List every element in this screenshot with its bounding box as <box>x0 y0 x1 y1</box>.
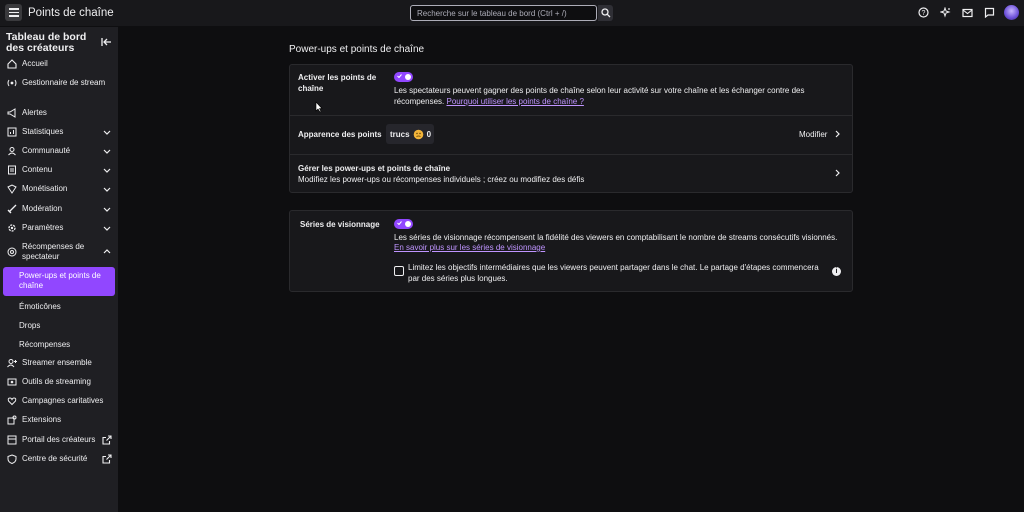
sidebar-subitem-emoticones[interactable]: Émoticônes <box>3 302 115 311</box>
sidebar-item-streamer-ensemble[interactable]: Streamer ensemble <box>3 358 115 368</box>
collapse-sidebar-icon[interactable] <box>100 36 112 48</box>
sidebar-subitem-power-ups[interactable]: Power-ups et points de chaîne <box>3 267 115 296</box>
home-icon <box>7 59 17 69</box>
why-points-link[interactable]: Pourquoi utiliser les points de chaîne ? <box>446 97 583 106</box>
chevron-down-icon <box>103 149 111 154</box>
manage-power-ups-description: Modifiez les power-ups ou récompenses in… <box>298 175 585 184</box>
check-icon <box>397 74 402 78</box>
rewards-icon <box>7 247 17 257</box>
money-icon <box>7 184 17 194</box>
chevron-down-icon <box>103 207 111 212</box>
divider <box>290 154 852 155</box>
manage-power-ups-title[interactable]: Gérer les power-ups et points de chaîne <box>298 163 450 174</box>
chevron-up-icon <box>103 249 111 254</box>
content-icon <box>7 165 17 175</box>
gear-icon <box>7 223 17 233</box>
watch-streak-toggle[interactable] <box>394 219 413 229</box>
sidebar-item-portail-createurs[interactable]: Portail des créateurs <box>3 435 115 445</box>
search-input[interactable]: Recherche sur le tableau de bord (Ctrl +… <box>410 5 597 21</box>
points-preview: trucs 0 <box>386 124 434 144</box>
sidebar-item-accueil[interactable]: Accueil <box>3 59 115 69</box>
megaphone-icon <box>7 108 17 118</box>
extensions-icon <box>7 415 17 425</box>
sidebar-item-statistiques[interactable]: Statistiques <box>3 127 115 137</box>
sidebar-item-contenu[interactable]: Contenu <box>3 165 115 175</box>
chevron-right-icon[interactable] <box>833 129 842 139</box>
sidebar: Tableau de bord des créateurs Accueil Ge… <box>0 27 118 512</box>
sidebar-item-centre-securite[interactable]: Centre de sécurité <box>3 454 115 464</box>
info-icon[interactable]: i <box>832 267 841 276</box>
enable-points-toggle[interactable] <box>394 72 413 82</box>
sidebar-item-communaute[interactable]: Communauté <box>3 146 115 156</box>
learn-more-streaks-link[interactable]: En savoir plus sur les séries de visionn… <box>394 242 545 253</box>
broadcast-icon <box>7 377 17 387</box>
modify-appearance-button[interactable]: Modifier <box>799 129 827 140</box>
svg-text:?: ? <box>921 10 925 17</box>
check-icon <box>397 221 402 225</box>
mouse-cursor-icon <box>315 101 323 113</box>
sparkle-icon[interactable] <box>938 6 952 20</box>
chevron-down-icon <box>103 187 111 192</box>
chevron-down-icon <box>103 130 111 135</box>
points-value: 0 <box>426 129 432 139</box>
chevron-right-icon[interactable] <box>833 168 842 178</box>
page-title: Points de chaîne <box>28 7 114 19</box>
chevron-down-icon <box>103 168 111 173</box>
shield-icon <box>7 454 17 464</box>
whisper-icon[interactable] <box>982 6 996 20</box>
charity-icon <box>7 396 17 406</box>
enable-points-description: Les spectateurs peuvent gagner des point… <box>394 86 805 106</box>
avatar[interactable] <box>1004 5 1019 20</box>
sidebar-title: Tableau de bord des créateurs <box>6 31 87 54</box>
toggle-knob <box>405 221 411 227</box>
points-emoji-icon <box>413 129 423 139</box>
sidebar-item-outils-streaming[interactable]: Outils de streaming <box>3 377 115 387</box>
sidebar-item-alertes[interactable]: Alertes <box>3 108 115 118</box>
sidebar-item-campagnes-caritatives[interactable]: Campagnes caritatives <box>3 396 115 406</box>
sidebar-item-recompenses-spectateur[interactable]: Récompenses de spectateur <box>3 242 115 262</box>
toggle-knob <box>405 74 411 80</box>
sidebar-subitem-recompenses[interactable]: Récompenses <box>3 340 115 349</box>
mail-icon[interactable] <box>960 6 974 20</box>
external-link-icon <box>102 454 112 464</box>
limit-milestones-label: Limitez les objectifs intermédiaires que… <box>408 263 819 283</box>
enable-points-label: Activer les points de chaîne <box>298 73 377 93</box>
top-bar: Points de chaîne Recherche sur le tablea… <box>0 0 1024 27</box>
top-icons: ? <box>916 5 1019 20</box>
portal-icon <box>7 435 17 445</box>
sidebar-item-stream-manager[interactable]: Gestionnaire de stream <box>3 78 115 88</box>
help-icon[interactable]: ? <box>916 6 930 20</box>
sidebar-item-monetisation[interactable]: Monétisation <box>3 184 115 194</box>
limit-milestones-checkbox[interactable] <box>394 266 404 276</box>
sidebar-item-extensions[interactable]: Extensions <box>3 415 115 425</box>
community-icon <box>7 146 17 156</box>
sidebar-item-parametres[interactable]: Paramètres <box>3 223 115 233</box>
watch-streak-label: Séries de visionnage <box>300 220 380 229</box>
points-appearance-label: Apparence des points <box>298 130 382 139</box>
menu-icon[interactable] <box>5 4 22 21</box>
sidebar-item-moderation[interactable]: Modération <box>3 204 115 214</box>
divider <box>290 115 852 116</box>
external-link-icon <box>102 435 112 445</box>
points-name: trucs <box>390 129 410 139</box>
search-icon <box>600 8 610 18</box>
add-user-icon <box>7 358 17 368</box>
section-title: Power-ups et points de chaîne <box>289 44 425 55</box>
chevron-down-icon <box>103 226 111 231</box>
search-button[interactable] <box>598 5 613 21</box>
sword-icon <box>7 204 17 214</box>
chart-icon <box>7 127 17 137</box>
sidebar-subitem-drops[interactable]: Drops <box>3 321 115 330</box>
stream-manager-icon <box>7 78 17 88</box>
